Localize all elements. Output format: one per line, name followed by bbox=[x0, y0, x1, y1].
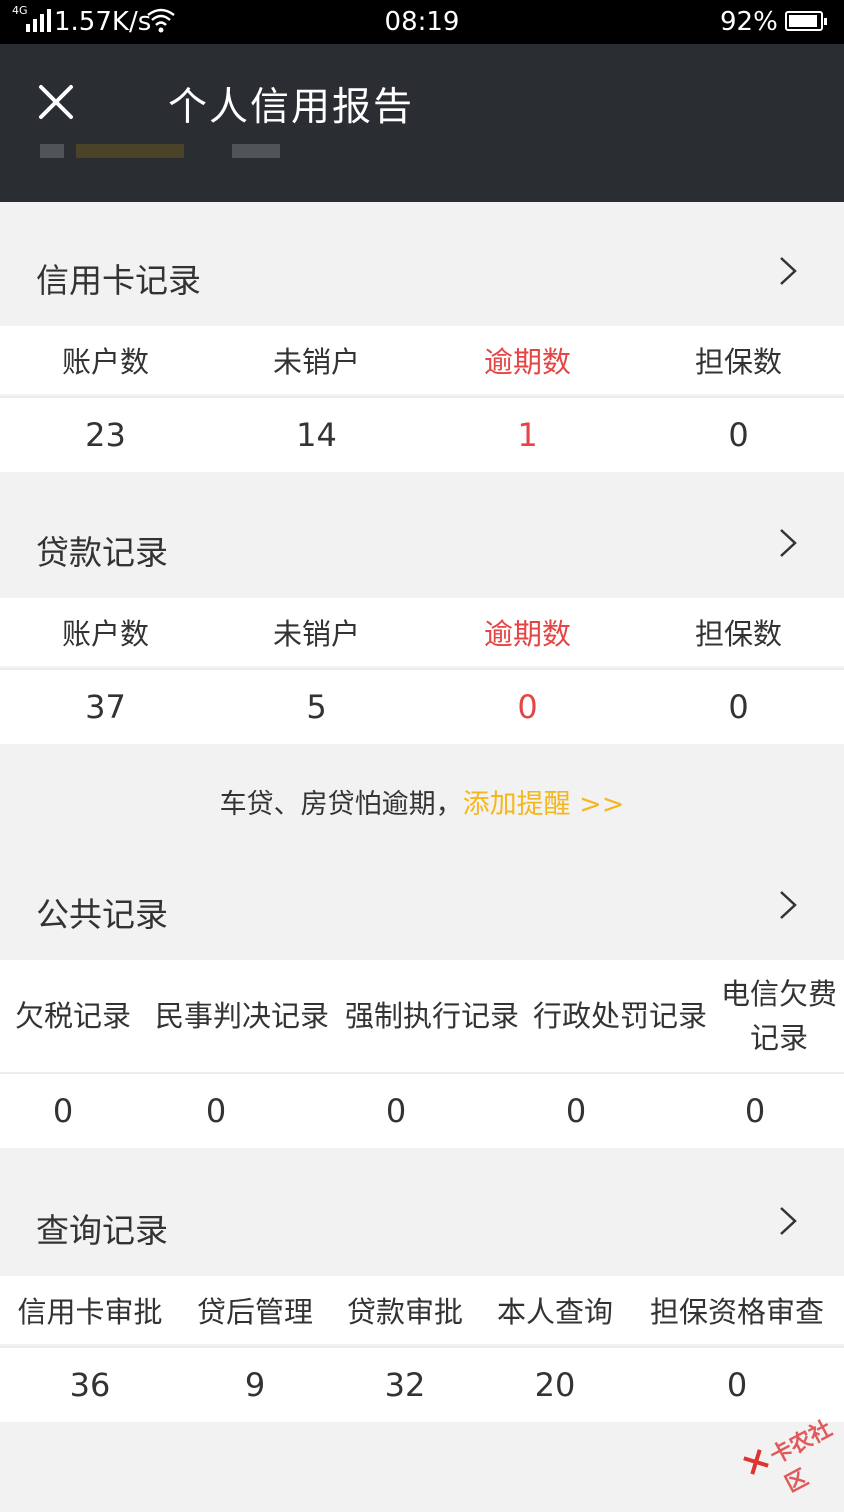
value-cell: 20 bbox=[534, 1366, 576, 1404]
section-title: 贷款记录 bbox=[36, 533, 168, 572]
section-title: 公共记录 bbox=[36, 895, 168, 934]
value-cell: 0 bbox=[565, 1092, 587, 1130]
header-faded-text bbox=[40, 144, 280, 158]
section-title: 查询记录 bbox=[36, 1211, 168, 1250]
column-header: 担保资格审查 bbox=[649, 1295, 824, 1329]
credit-card-value-row: 23 14 1 0 bbox=[0, 396, 844, 472]
battery-percent: 92% bbox=[720, 7, 778, 37]
chevron-right-icon[interactable] bbox=[778, 528, 798, 558]
battery-icon bbox=[785, 11, 827, 31]
section-title: 信用卡记录 bbox=[36, 261, 201, 300]
public-records-value-row: 0 0 0 0 0 bbox=[0, 1072, 844, 1148]
column-header: 账户数 bbox=[61, 617, 149, 651]
column-header: 担保数 bbox=[694, 345, 782, 379]
value-cell: 37 bbox=[85, 688, 126, 726]
value-cell: 5 bbox=[306, 688, 327, 726]
query-records-header-row: 信用卡审批 贷后管理 贷款审批 本人查询 担保资格审查 bbox=[0, 1276, 844, 1344]
column-header: 欠税记录 bbox=[14, 999, 131, 1033]
column-header: 电信欠费记录 bbox=[720, 977, 837, 1055]
page-title: 个人信用报告 bbox=[168, 85, 415, 130]
value-cell: 0 bbox=[744, 1092, 766, 1130]
column-header-overdue: 逾期数 bbox=[483, 345, 571, 379]
column-header: 账户数 bbox=[61, 345, 149, 379]
value-cell: 23 bbox=[85, 416, 126, 454]
column-header: 强制执行记录 bbox=[344, 999, 519, 1033]
chevron-right-icon[interactable] bbox=[778, 256, 798, 286]
value-cell: 0 bbox=[205, 1092, 227, 1130]
title-bar: 个人信用报告 bbox=[0, 44, 844, 202]
column-header: 贷后管理 bbox=[196, 1295, 313, 1329]
column-header: 行政处罚记录 bbox=[532, 999, 707, 1033]
column-header: 未销户 bbox=[272, 345, 360, 379]
chevron-right-icon[interactable] bbox=[778, 890, 798, 920]
value-cell-overdue: 0 bbox=[517, 688, 538, 726]
chevron-right-icon[interactable] bbox=[778, 1206, 798, 1236]
value-cell: 14 bbox=[296, 416, 337, 454]
query-records-value-row: 36 9 32 20 0 bbox=[0, 1346, 844, 1422]
public-records-header-row: 欠税记录 民事判决记录 强制执行记录 行政处罚记录 电信欠费记录 bbox=[0, 960, 844, 1072]
column-header: 未销户 bbox=[272, 617, 360, 651]
value-cell: 0 bbox=[728, 416, 749, 454]
value-cell: 0 bbox=[385, 1092, 407, 1130]
loan-section-header[interactable]: 贷款记录 bbox=[0, 474, 844, 598]
query-records-section-header[interactable]: 查询记录 bbox=[0, 1152, 844, 1276]
watermark-text: 卡农社区 bbox=[766, 1416, 837, 1498]
status-bar: 4G 1.57K/s 08:19 92% bbox=[0, 0, 844, 44]
column-header: 贷款审批 bbox=[346, 1295, 463, 1329]
credit-card-header-row: 账户数 未销户 逾期数 担保数 bbox=[0, 326, 844, 394]
value-cell: 0 bbox=[52, 1092, 74, 1130]
add-reminder-link[interactable]: 添加提醒 >> bbox=[463, 789, 625, 820]
clock: 08:19 bbox=[384, 7, 460, 37]
close-icon[interactable] bbox=[36, 82, 76, 122]
public-records-section-header[interactable]: 公共记录 bbox=[0, 836, 844, 960]
value-cell: 32 bbox=[384, 1366, 426, 1404]
reminder-banner: 车贷、房贷怕逾期，添加提醒 >> bbox=[0, 782, 844, 821]
value-cell-overdue: 1 bbox=[517, 416, 538, 454]
value-cell: 0 bbox=[728, 688, 749, 726]
reminder-text: 车贷、房贷怕逾期， bbox=[219, 789, 463, 820]
column-header-overdue: 逾期数 bbox=[483, 617, 571, 651]
column-header: 本人查询 bbox=[496, 1295, 613, 1329]
loan-value-row: 37 5 0 0 bbox=[0, 668, 844, 744]
column-header: 信用卡审批 bbox=[17, 1295, 163, 1329]
column-header: 民事判决记录 bbox=[154, 999, 329, 1033]
loan-header-row: 账户数 未销户 逾期数 担保数 bbox=[0, 598, 844, 666]
value-cell: 36 bbox=[69, 1366, 111, 1404]
value-cell: 9 bbox=[244, 1366, 266, 1404]
column-header: 担保数 bbox=[694, 617, 782, 651]
credit-card-section-header[interactable]: 信用卡记录 bbox=[0, 202, 844, 326]
